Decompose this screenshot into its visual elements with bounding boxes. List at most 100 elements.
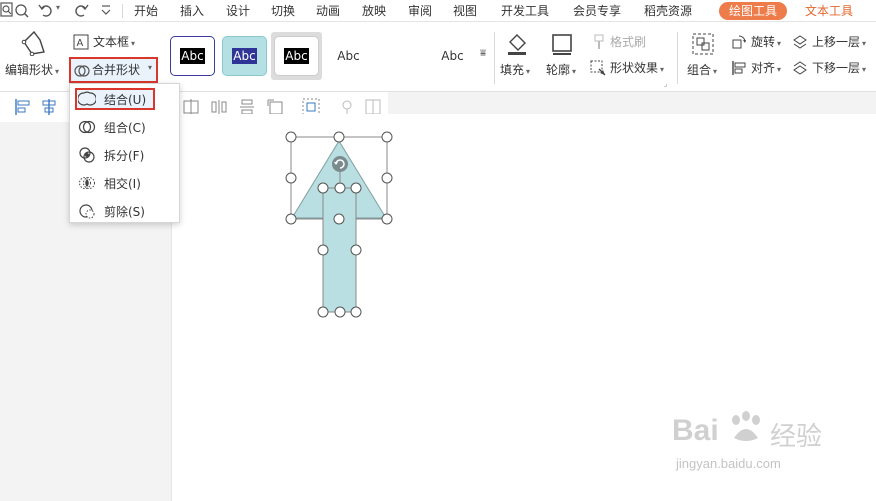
chevron-down-icon: ▾ bbox=[777, 39, 782, 48]
menu-item-label: 相交(I) bbox=[104, 176, 141, 191]
align-left-icon[interactable] bbox=[14, 98, 32, 116]
group-label: 组合 bbox=[687, 63, 712, 77]
merge-shape-button[interactable]: 合并形状 ▾ bbox=[69, 57, 158, 83]
chevron-down-icon: ▾ bbox=[131, 39, 136, 48]
chevron-down-icon: ▾ bbox=[148, 63, 153, 72]
edit-shape-button[interactable]: 编辑形状 ▾ bbox=[5, 62, 59, 80]
align-center-icon[interactable] bbox=[40, 98, 58, 116]
tab-docer[interactable]: 稻壳资源 bbox=[644, 0, 692, 22]
union-icon bbox=[77, 90, 97, 108]
menu-item-fragment[interactable]: 拆分(F) bbox=[70, 141, 179, 169]
chevron-down-icon: ▾ bbox=[862, 39, 867, 48]
preview-icon[interactable] bbox=[14, 3, 30, 23]
tab-member[interactable]: 会员专享 bbox=[573, 0, 621, 22]
send-backward-button[interactable]: 下移一层 ▾ bbox=[812, 60, 866, 78]
rotate-label: 旋转 bbox=[751, 35, 776, 49]
shape-style-4[interactable]: Abc bbox=[326, 36, 371, 76]
shape-style-6[interactable]: Abc bbox=[430, 36, 475, 76]
rotate-button[interactable]: 旋转 ▾ bbox=[751, 34, 781, 52]
menu-item-intersect[interactable]: 相交(I) bbox=[70, 169, 179, 197]
customize-toolbar-icon[interactable] bbox=[100, 3, 112, 21]
menu-item-subtract[interactable]: 剪除(S) bbox=[70, 197, 179, 225]
menu-item-union[interactable]: 结合(U) bbox=[70, 85, 179, 113]
chevron-down-icon: ▾ bbox=[55, 67, 60, 76]
menu-item-combine[interactable]: 组合(C) bbox=[70, 113, 179, 141]
tab-insert[interactable]: 插入 bbox=[180, 0, 204, 22]
align-button[interactable]: 对齐 ▾ bbox=[751, 60, 781, 78]
watermark-brand-2: 经验 bbox=[770, 422, 823, 452]
shape-effect-label: 形状效果 bbox=[610, 61, 659, 75]
shape-effect-icon[interactable] bbox=[590, 60, 606, 79]
subtract-icon bbox=[78, 202, 96, 220]
tab-home[interactable]: 开始 bbox=[134, 0, 158, 22]
shape-style-label: Abc bbox=[441, 49, 464, 63]
tab-developer[interactable]: 开发工具 bbox=[501, 0, 549, 22]
merge-shape-icon bbox=[74, 63, 90, 82]
undo-icon[interactable] bbox=[38, 2, 54, 22]
tab-slideshow[interactable]: 放映 bbox=[362, 0, 386, 22]
tab-review[interactable]: 审阅 bbox=[408, 0, 432, 22]
watermark-brand: Bai bbox=[672, 414, 719, 447]
group-button[interactable]: 组合 ▾ bbox=[687, 62, 717, 80]
outline-label: 轮廓 bbox=[546, 63, 571, 77]
align-label: 对齐 bbox=[751, 61, 776, 75]
chevron-down-icon: ▾ bbox=[713, 67, 718, 76]
search-icon[interactable] bbox=[0, 2, 14, 22]
group-icon[interactable] bbox=[691, 32, 715, 59]
outline-icon[interactable] bbox=[550, 32, 574, 59]
tab-transition[interactable]: 切换 bbox=[271, 0, 295, 22]
undo-dropdown-icon[interactable]: ▾ bbox=[56, 3, 60, 12]
shape-style-label: Abc bbox=[232, 48, 257, 64]
combine-icon bbox=[78, 118, 96, 136]
shape-style-label: Abc bbox=[284, 48, 309, 64]
format-painter-icon bbox=[592, 34, 606, 53]
fragment-icon bbox=[78, 146, 96, 164]
edit-shape-label: 编辑形状 bbox=[5, 63, 54, 77]
textbox-button[interactable]: 文本框 ▾ bbox=[93, 34, 135, 52]
outline-button[interactable]: 轮廓 ▾ bbox=[546, 62, 576, 80]
menu-item-label: 拆分(F) bbox=[104, 148, 145, 163]
chevron-down-icon: ▾ bbox=[526, 67, 531, 76]
fill-label: 填充 bbox=[500, 63, 525, 77]
bring-forward-label: 上移一层 bbox=[812, 35, 861, 49]
rotate-icon[interactable] bbox=[731, 34, 747, 53]
paw-icon bbox=[732, 411, 760, 441]
shape-style-label: Abc bbox=[337, 49, 360, 63]
shape-style-2[interactable]: Abc bbox=[222, 36, 267, 76]
fill-button[interactable]: 填充 ▾ bbox=[500, 62, 530, 80]
merge-shape-label: 合并形状 bbox=[92, 63, 141, 77]
menu-item-label: 结合(U) bbox=[104, 92, 147, 107]
ribbon-separator bbox=[677, 32, 678, 84]
fill-icon[interactable] bbox=[505, 32, 529, 59]
tab-design[interactable]: 设计 bbox=[226, 0, 250, 22]
tab-drawing-tools[interactable]: 绘图工具 bbox=[719, 2, 788, 20]
chevron-down-icon: ▾ bbox=[572, 67, 577, 76]
gallery-more-icon[interactable]: ⩸ bbox=[480, 48, 486, 59]
merge-shape-dropdown: 结合(U) 组合(C) 拆分(F) 相交(I) 剪除(S) bbox=[69, 83, 180, 223]
edit-shape-icon[interactable] bbox=[20, 30, 48, 59]
baidu-jingyan-watermark: Bai 经验 jingyan.baidu.com bbox=[672, 404, 862, 484]
menu-item-label: 组合(C) bbox=[104, 120, 146, 135]
watermark-url: jingyan.baidu.com bbox=[676, 456, 781, 471]
format-painter-label: 格式刷 bbox=[610, 35, 647, 49]
ribbon: 编辑形状 ▾ A 文本框 ▾ 合并形状 ▾ Abc Abc Abc Abc Abc … bbox=[0, 22, 876, 92]
menu-bar: ▾ 开始 插入 设计 切换 动画 放映 审阅 视图 开发工具 会员专享 稻壳资源… bbox=[0, 0, 876, 22]
shape-effect-button[interactable]: 形状效果 ▾ bbox=[610, 60, 664, 78]
redo-icon[interactable] bbox=[73, 2, 89, 22]
menu-item-label: 剪除(S) bbox=[104, 204, 145, 219]
shape-style-1[interactable]: Abc bbox=[170, 36, 215, 76]
textbox-icon[interactable]: A bbox=[73, 34, 89, 53]
menu-separator bbox=[122, 4, 123, 18]
tab-view[interactable]: 视图 bbox=[453, 0, 477, 22]
dialog-launcher-icon[interactable]: ⌟ bbox=[664, 80, 667, 88]
align-icon[interactable] bbox=[731, 60, 747, 79]
chevron-down-icon: ▾ bbox=[777, 65, 782, 74]
shape-style-5[interactable] bbox=[378, 36, 423, 76]
tab-text-tools[interactable]: 文本工具 bbox=[805, 0, 853, 22]
shape-style-3[interactable]: Abc bbox=[274, 36, 319, 76]
ribbon-separator bbox=[494, 32, 495, 84]
bring-forward-button[interactable]: 上移一层 ▾ bbox=[812, 34, 866, 52]
tab-animation[interactable]: 动画 bbox=[316, 0, 340, 22]
send-backward-icon[interactable] bbox=[792, 60, 808, 79]
bring-forward-icon[interactable] bbox=[792, 34, 808, 53]
